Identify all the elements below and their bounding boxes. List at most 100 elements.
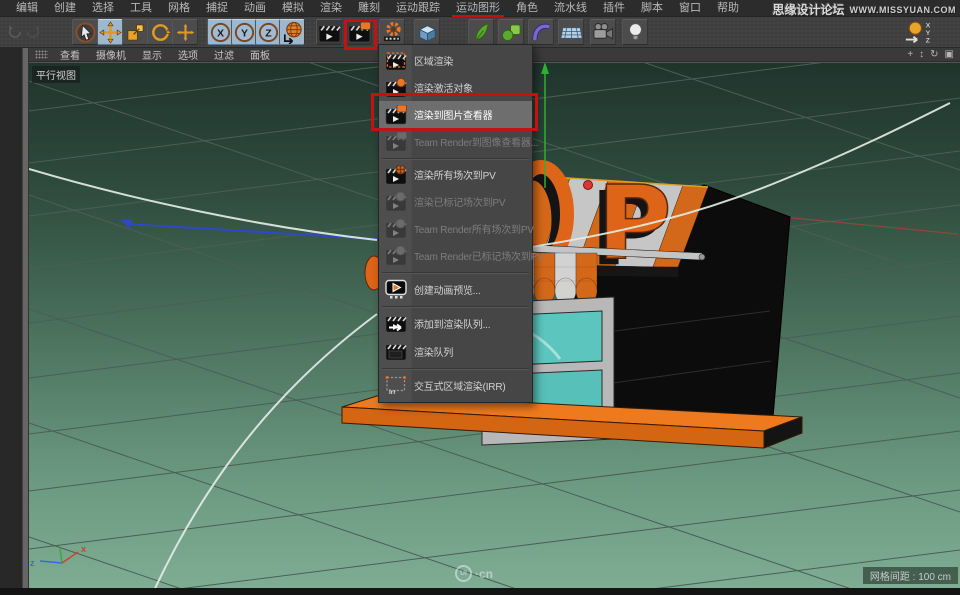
viewport-menu-options[interactable]: 选项 (170, 47, 206, 62)
globe-icon (281, 21, 304, 44)
left-dock-rail (0, 48, 22, 595)
menu-item-render[interactable]: 渲染 (312, 0, 350, 17)
render-menu-item-render-to-picture-viewer[interactable]: 渲染到图片查看器 (379, 101, 532, 128)
light-button[interactable] (622, 19, 648, 45)
x-axis-icon: X (209, 21, 232, 44)
interactive-region-render-icon: irr (384, 375, 408, 395)
menu-item-plugins[interactable]: 插件 (595, 0, 633, 17)
pan-view-icon[interactable]: + (907, 48, 913, 61)
viewport-menu-view[interactable]: 查看 (52, 47, 88, 62)
render-picture-viewer-icon (384, 105, 408, 125)
viewport-menu-filter[interactable]: 过滤 (206, 47, 242, 62)
menu-item-mesh[interactable]: 网格 (160, 0, 198, 17)
svg-text:Z: Z (265, 27, 272, 39)
svg-text:Z: Z (926, 37, 930, 44)
rotate-icon (149, 21, 172, 44)
render-to-picture-viewer-button[interactable] (346, 19, 372, 45)
render-menu-item-team-render-all-takes-to-pv[interactable]: Team Render所有场次到PV (379, 215, 532, 242)
cube-icon (416, 21, 439, 44)
render-view-button[interactable] (316, 19, 342, 45)
ui-cn-watermark: UI ·cn (455, 565, 493, 582)
render-menu-item-render-active-objects[interactable]: 渲染激活对象 (379, 74, 532, 101)
menu-item-pipeline[interactable]: 流水线 (546, 0, 595, 17)
spline-pen-button[interactable] (468, 19, 494, 45)
subdivision-surface-button[interactable] (498, 19, 524, 45)
move-tool-button[interactable] (97, 19, 123, 45)
zoom-view-icon[interactable]: ↕ (919, 48, 924, 61)
maximize-view-icon[interactable]: ▣ (945, 48, 954, 61)
render-marked-takes-icon (384, 192, 408, 212)
render-menu-item-region-render[interactable]: 区域渲染 (379, 47, 532, 74)
camera-icon (592, 21, 615, 44)
last-tool-button[interactable] (172, 19, 198, 45)
redo-button[interactable] (20, 19, 46, 45)
sign-letter: P (597, 164, 672, 283)
render-menu-item-add-to-render-queue[interactable]: 添加到渲染队列... (379, 309, 532, 337)
redo-icon (24, 23, 42, 41)
team-render-marked-takes-icon (384, 246, 408, 266)
z-axis-icon: Z (257, 21, 280, 44)
render-active-object-icon (384, 78, 408, 98)
render-menu-item-team-render-to-pv[interactable]: Team Render到图像查看器... (379, 128, 532, 155)
menu-item-motion-tracker[interactable]: 运动跟踪 (388, 0, 448, 17)
menu-item-window[interactable]: 窗口 (671, 0, 709, 17)
render-menu-item-render-all-takes-to-pv[interactable]: 渲染所有场次到PV (379, 161, 532, 188)
render-menu-item-render-marked-takes-to-pv[interactable]: 渲染已标记场次到PV (379, 188, 532, 215)
axis-display-widget[interactable]: X Y Z (902, 19, 940, 45)
menu-item-animate[interactable]: 动画 (236, 0, 274, 17)
menu-item-help[interactable]: 帮助 (709, 0, 747, 17)
render-picture-viewer-icon (348, 22, 371, 43)
scale-tool-button[interactable] (122, 19, 148, 45)
viewport-menu-panel[interactable]: 面板 (242, 47, 278, 62)
rotate-view-icon[interactable]: ↻ (930, 48, 938, 61)
menu-item-create[interactable]: 创建 (46, 0, 84, 17)
watermark-cjk-text: 思缘设计论坛 (772, 1, 844, 18)
menu-item-snap[interactable]: 捕捉 (198, 0, 236, 17)
awning-bar-cap (699, 254, 705, 260)
rotate-tool-button[interactable] (147, 19, 173, 45)
floor-button[interactable] (558, 19, 584, 45)
menu-item-edit[interactable]: 编辑 (8, 0, 46, 17)
menu-item-tools[interactable]: 工具 (122, 0, 160, 17)
viewport-menu-display[interactable]: 显示 (134, 47, 170, 62)
render-menu-item-make-preview[interactable]: 创建动画预览... (379, 275, 532, 303)
edit-render-settings-button[interactable] (379, 19, 405, 45)
grip-icon[interactable] (35, 50, 48, 59)
y-axis-lock-button[interactable]: Y (231, 19, 257, 45)
svg-text:irr: irr (389, 389, 396, 395)
selection-arrow-icon (74, 21, 97, 44)
panel-splitter[interactable] (22, 48, 29, 595)
render-menu-item-interactive-region-render[interactable]: irr 交互式区域渲染(IRR) (379, 371, 532, 399)
ui-watermark-suffix: ·cn (475, 567, 493, 581)
deformer-button[interactable] (528, 19, 554, 45)
z-axis-lock-button[interactable]: Z (255, 19, 281, 45)
live-selection-button[interactable] (72, 19, 98, 45)
render-menu-item-render-queue[interactable]: 渲染队列 (379, 337, 532, 365)
team-render-pv-icon (384, 132, 408, 152)
y-axis-icon: Y (233, 21, 256, 44)
gizmo-x-label: x (81, 544, 86, 554)
menu-item-simulate[interactable]: 模拟 (274, 0, 312, 17)
viewport-menu-cameras[interactable]: 摄像机 (88, 47, 134, 62)
bend-curve-icon (530, 21, 553, 44)
svg-text:X: X (926, 22, 931, 29)
menu-item-select[interactable]: 选择 (84, 0, 122, 17)
pen-icon (470, 21, 493, 44)
menu-item-script[interactable]: 脚本 (633, 0, 671, 17)
red-handle-ball[interactable] (584, 181, 593, 190)
add-primitive-cube-button[interactable] (414, 19, 440, 45)
floor-grid-icon (560, 21, 583, 44)
region-render-icon (384, 51, 408, 71)
svg-text:X: X (216, 27, 223, 39)
coordinate-system-button[interactable] (279, 19, 305, 45)
render-menu-item-team-render-marked-takes-to-pv[interactable]: Team Render已标记场次到PV (379, 242, 532, 269)
svg-text:Y: Y (240, 27, 247, 39)
axis-widget-icon: X Y Z (903, 19, 939, 45)
menu-item-character[interactable]: 角色 (508, 0, 546, 17)
camera-button[interactable] (590, 19, 616, 45)
menu-item-sculpt[interactable]: 雕刻 (350, 0, 388, 17)
cinema4d-window: 编辑 创建 选择 工具 网格 捕捉 动画 模拟 渲染 雕刻 运动跟踪 运动图形 … (0, 0, 960, 595)
x-axis-lock-button[interactable]: X (207, 19, 233, 45)
menu-item-mograph[interactable]: 运动图形 (448, 0, 508, 17)
move-icon (99, 21, 122, 44)
